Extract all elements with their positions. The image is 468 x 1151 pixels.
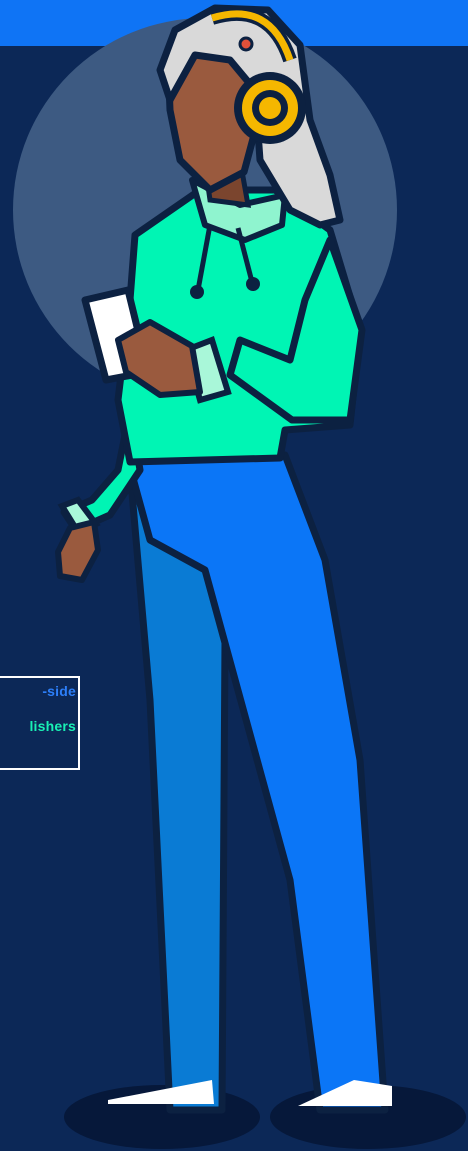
info-label-box: -side lishers [0,676,80,770]
label-line-two: lishers [29,718,76,734]
person-illustration [13,4,466,1149]
left-hand [55,519,101,583]
label-line-one: -side [42,683,76,699]
